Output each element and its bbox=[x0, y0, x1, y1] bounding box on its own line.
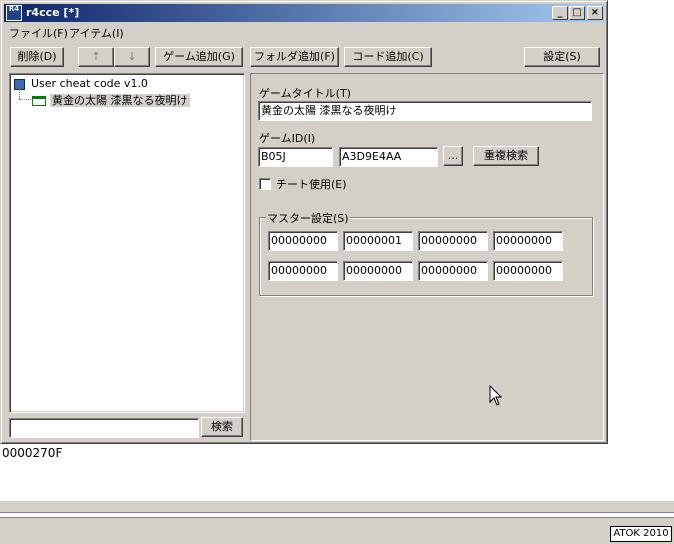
search-input[interactable] bbox=[9, 418, 199, 438]
cheat-tree[interactable]: User cheat code v1.0 黄金の太陽 漆黒なる夜明け bbox=[9, 73, 245, 413]
tree-root-label: User cheat code v1.0 bbox=[31, 77, 148, 90]
master-settings-group: マスター設定(S) bbox=[259, 210, 593, 296]
mouse-cursor-icon bbox=[489, 385, 503, 406]
master-code-field[interactable]: 00000000 bbox=[493, 231, 563, 251]
close-button[interactable]: × bbox=[587, 6, 603, 20]
crc-field[interactable]: A3D9E4AA bbox=[339, 147, 438, 167]
master-code-field[interactable]: 00000000 bbox=[418, 261, 488, 281]
move-up-button[interactable]: ↑ bbox=[78, 47, 114, 67]
master-code-field[interactable]: 00000000 bbox=[343, 261, 413, 281]
menu-item[interactable]: アイテム(I) bbox=[69, 25, 124, 41]
master-settings-label: マスター設定(S) bbox=[266, 210, 350, 226]
maximize-button[interactable]: □ bbox=[569, 6, 585, 20]
use-cheat-label[interactable]: チート使用(E) bbox=[276, 176, 347, 192]
taskbar bbox=[0, 517, 674, 544]
title-bar[interactable]: R4 r4cce [*] _ □ × bbox=[4, 4, 604, 22]
tree-root[interactable]: User cheat code v1.0 bbox=[14, 77, 148, 90]
add-game-button[interactable]: ゲーム追加(G) bbox=[155, 47, 243, 67]
output-text: 0000270F bbox=[2, 446, 63, 460]
duplicate-search-button[interactable]: 重複検索 bbox=[473, 146, 539, 166]
database-icon bbox=[14, 78, 25, 90]
minimize-button[interactable]: _ bbox=[552, 6, 568, 20]
game-id-field[interactable]: B05J bbox=[258, 147, 333, 167]
window-title: r4cce [*] bbox=[26, 6, 80, 19]
menu-file[interactable]: ファイル(F) bbox=[9, 25, 68, 41]
tree-connector bbox=[19, 89, 20, 99]
browse-button[interactable]: ... bbox=[443, 146, 463, 166]
game-icon bbox=[32, 96, 46, 106]
add-folder-button[interactable]: フォルダ追加(F) bbox=[250, 47, 339, 67]
add-code-button[interactable]: コード追加(C) bbox=[344, 47, 432, 67]
ime-indicator[interactable]: ATOK 2010 bbox=[610, 526, 672, 542]
app-icon[interactable]: R4 bbox=[6, 5, 22, 21]
move-down-button[interactable]: ↓ bbox=[114, 47, 150, 67]
master-code-field[interactable]: 00000001 bbox=[343, 231, 413, 251]
app-window: R4 r4cce [*] _ □ × ファイル(F) アイテム(I) 削除(D)… bbox=[0, 0, 608, 444]
tree-item-game[interactable]: 黄金の太陽 漆黒なる夜明け bbox=[32, 92, 190, 108]
tree-item-label: 黄金の太陽 漆黒なる夜明け bbox=[50, 94, 190, 107]
taskbar-strip bbox=[0, 500, 674, 513]
game-title-field[interactable]: 黄金の太陽 漆黒なる夜明け bbox=[258, 101, 592, 121]
search-button[interactable]: 検索 bbox=[201, 417, 243, 437]
game-id-label: ゲームID(I) bbox=[259, 132, 316, 145]
settings-button[interactable]: 設定(S) bbox=[524, 47, 600, 67]
master-code-field[interactable]: 00000000 bbox=[418, 231, 488, 251]
delete-button[interactable]: 削除(D) bbox=[10, 47, 64, 67]
master-code-field[interactable]: 00000000 bbox=[268, 231, 338, 251]
use-cheat-checkbox[interactable] bbox=[259, 178, 271, 190]
game-title-label: ゲームタイトル(T) bbox=[259, 87, 351, 100]
master-code-field[interactable]: 00000000 bbox=[493, 261, 563, 281]
tree-connector bbox=[19, 99, 31, 100]
master-code-field[interactable]: 00000000 bbox=[268, 261, 338, 281]
